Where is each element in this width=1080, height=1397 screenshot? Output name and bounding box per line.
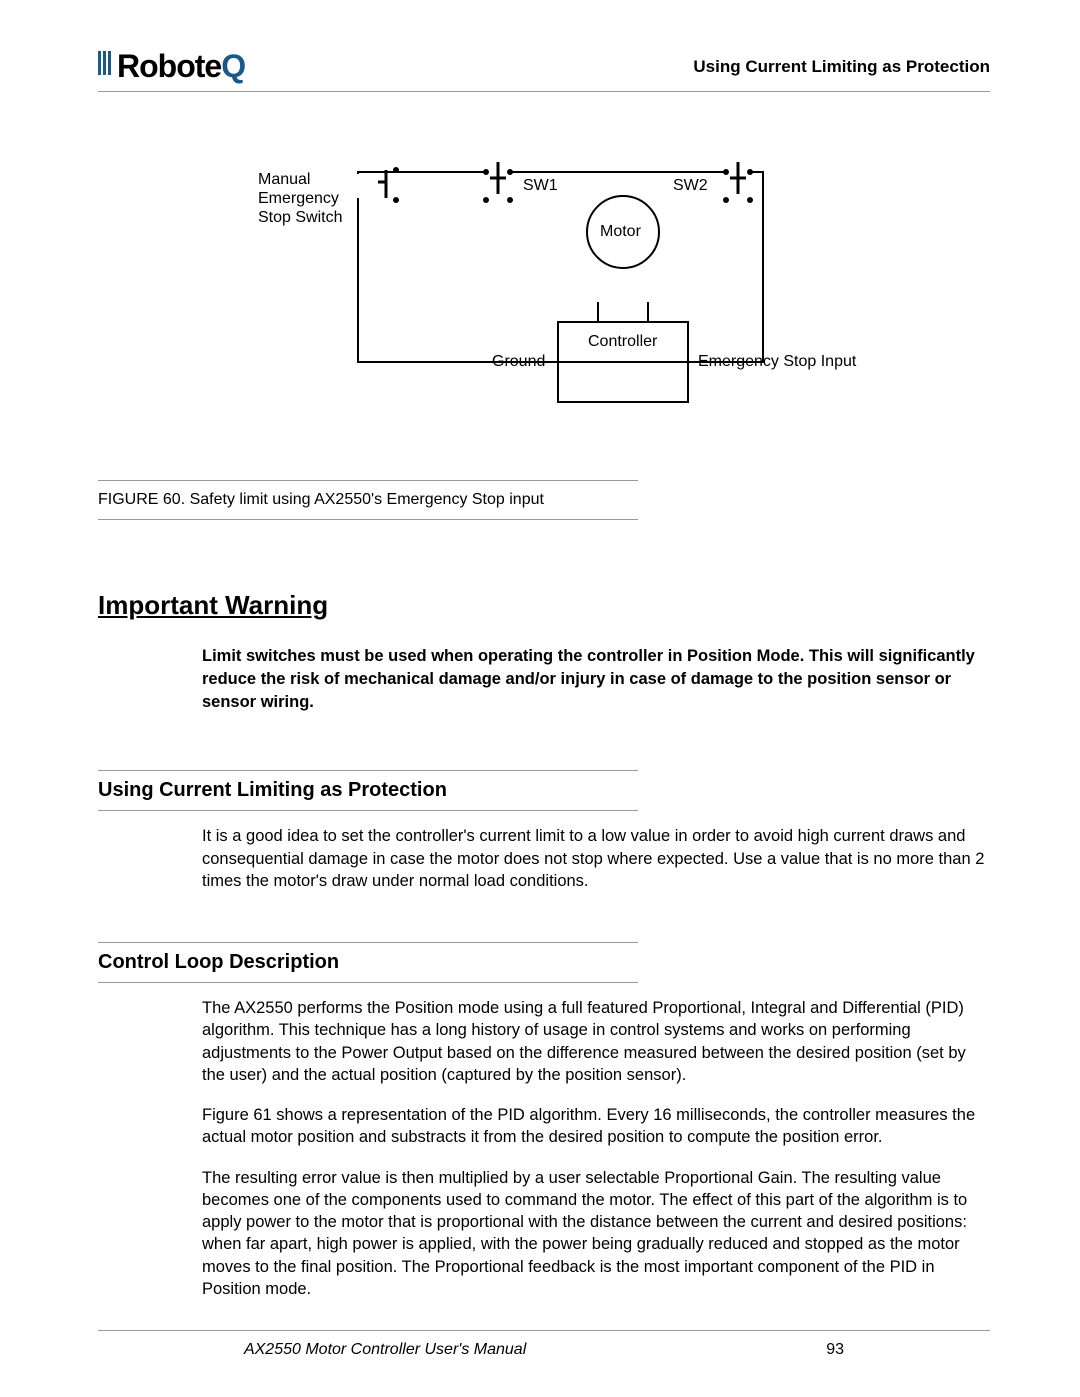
label-sw1: SW1	[523, 176, 558, 195]
brand-logo: RoboteQ	[98, 48, 245, 85]
header-section-title: Using Current Limiting as Protection	[693, 57, 990, 77]
section-current-limiting-para: It is a good idea to set the controller'…	[202, 825, 990, 892]
label-sw2: SW2	[673, 176, 708, 195]
section-current-limiting-body: It is a good idea to set the controller'…	[202, 825, 990, 892]
section-control-loop-body: The AX2550 performs the Position mode us…	[202, 997, 990, 1300]
diagram-svg	[278, 152, 838, 432]
page-footer: AX2550 Motor Controller User's Manual 93	[98, 1330, 990, 1359]
control-loop-para-2: Figure 61 shows a representation of the …	[202, 1104, 990, 1149]
brand-name: RoboteQ	[117, 48, 245, 85]
figure-caption: FIGURE 60. Safety limit using AX2550's E…	[98, 480, 638, 520]
footer-doc-title: AX2550 Motor Controller User's Manual	[244, 1341, 526, 1359]
footer-page-number: 93	[826, 1341, 844, 1359]
control-loop-para-1: The AX2550 performs the Position mode us…	[202, 997, 990, 1086]
important-warning-body: Limit switches must be used when operati…	[202, 645, 990, 714]
label-motor: Motor	[600, 222, 641, 241]
sw1-switch-icon	[483, 162, 513, 203]
control-loop-para-3: The resulting error value is then multip…	[202, 1167, 990, 1301]
label-controller: Controller	[588, 332, 657, 351]
label-manual-estop: Manual Emergency Stop Switch	[258, 170, 342, 228]
circuit-diagram: Manual Emergency Stop Switch SW1 SW2 Mot…	[98, 152, 990, 472]
sw2-switch-icon	[723, 162, 753, 203]
section-control-loop-heading: Control Loop Description	[98, 942, 638, 983]
label-estop-input: Emergency Stop Input	[698, 352, 856, 371]
label-ground: Ground	[492, 352, 545, 371]
important-warning-heading: Important Warning	[98, 590, 990, 621]
page-header: RoboteQ Using Current Limiting as Protec…	[98, 48, 990, 92]
logo-bars-icon	[98, 48, 114, 85]
section-current-limiting-heading: Using Current Limiting as Protection	[98, 770, 638, 811]
